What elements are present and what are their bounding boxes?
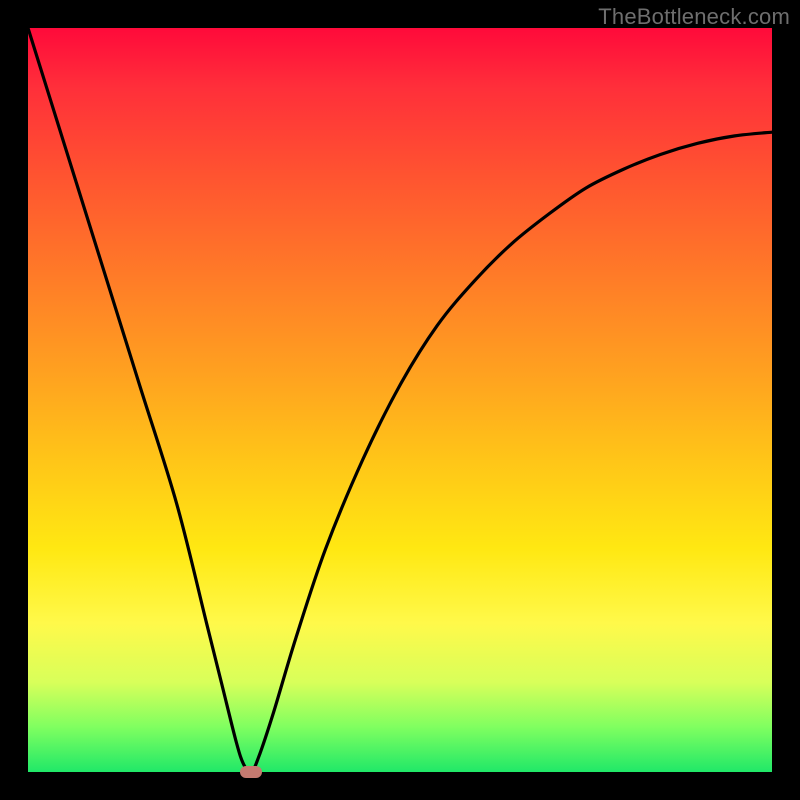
watermark-text: TheBottleneck.com bbox=[598, 4, 790, 30]
plot-area bbox=[28, 28, 772, 772]
optimal-point-marker bbox=[240, 766, 262, 778]
chart-frame: TheBottleneck.com bbox=[0, 0, 800, 800]
bottleneck-curve bbox=[28, 28, 772, 772]
